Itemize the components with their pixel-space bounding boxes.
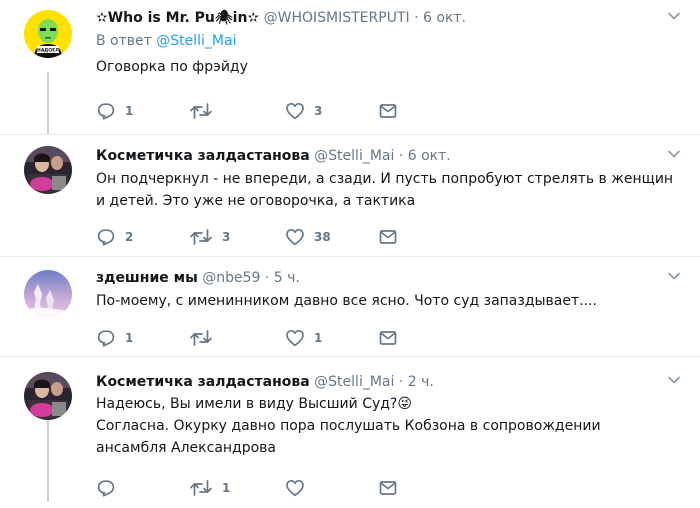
retweet-button[interactable]: 1 [189,478,230,498]
divider [0,256,700,257]
timestamp[interactable]: 6 окт. [423,10,466,26]
reply-button[interactable]: 1 [96,101,133,121]
tweet-actions: 1 [96,478,496,498]
tweet-text-line: Согласна. Окурку давно пора послушать Ко… [96,418,601,434]
envelope-icon [378,227,398,247]
like-count: 1 [314,331,323,345]
retweet-button[interactable]: 3 [189,227,230,247]
tweet-actions: 1 1 [96,328,496,348]
chevron-down-icon[interactable] [668,12,680,20]
divider [0,356,700,357]
reply-count: 1 [125,104,134,118]
heart-icon [285,478,305,498]
retweet-icon [189,227,213,247]
tweet-text-line: По-моему, с именинником давно все ясно. … [96,293,597,309]
like-count: 38 [314,230,331,244]
avatar-badge: НАДОЕЛ [37,48,59,54]
retweet-button[interactable] [189,101,222,121]
tweet-text-line: Он подчеркнул - не впереди, а сзади. И п… [96,171,674,187]
tweet-2[interactable]: Косметичка залдастанова @Stelli_Mai · 6 … [0,146,700,256]
avatar[interactable] [24,270,72,318]
envelope-icon [378,101,398,121]
user-handle[interactable]: @Stelli_Mai [314,148,394,164]
reply-button[interactable] [96,478,125,498]
user-handle[interactable]: @WHOISMISTERPUTI [264,10,410,26]
tweet-header: Косметичка залдастанова @Stelli_Mai · 2 … [96,372,682,392]
like-button[interactable]: 38 [285,227,331,247]
chevron-down-icon[interactable] [668,376,680,384]
display-name[interactable]: здешние мы [96,270,198,286]
reply-count: 2 [125,230,134,244]
tweet-header: Косметичка залдастанова @Stelli_Mai · 6 … [96,146,682,166]
user-handle[interactable]: @nbe59 [202,270,260,286]
retweet-count: 3 [222,230,231,244]
avatar[interactable] [24,146,72,194]
tweet-text-line: и детей. Это уже не оговорочка, а тактик… [96,193,416,209]
tweet-1[interactable]: НАДОЕЛ ✫Who is Mr. Pu🕷in✫ @WHOISMISTERPU… [0,8,700,134]
reply-button[interactable]: 1 [96,328,133,348]
heart-icon [285,227,305,247]
tweet-text: По-моему, с именинником давно все ясно. … [96,290,682,312]
tweet-header: ✫Who is Mr. Pu🕷in✫ @WHOISMISTERPUTI · 6 … [96,8,682,28]
reply-icon [96,478,116,498]
tweet-text: Он подчеркнул - не впереди, а сзади. И п… [96,168,682,212]
divider [0,134,700,135]
reply-button[interactable]: 2 [96,227,133,247]
tweet-actions: 1 3 [96,101,496,121]
separator-dot: · [398,148,404,164]
tweet-text-line: Надеюсь, Вы имели в виду Высший Суд?😜 [96,396,412,412]
chevron-down-icon[interactable] [668,272,680,280]
like-count: 3 [314,104,323,118]
tweet-text-line: ансамбля Александрова [96,440,277,456]
timestamp[interactable]: 6 окт. [408,148,451,164]
tweet-4[interactable]: Косметичка залдастанова @Stelli_Mai · 2 … [0,372,700,508]
dm-button[interactable] [378,101,398,121]
separator-dot: · [398,374,404,390]
separator-dot: · [414,10,419,26]
retweet-icon [189,478,213,498]
like-button[interactable]: 1 [285,328,322,348]
heart-icon [285,328,305,348]
reply-icon [96,101,116,121]
display-name[interactable]: Косметичка залдастанова [96,148,310,164]
display-name[interactable]: ✫Who is Mr. Pu🕷in✫ [96,10,259,26]
dm-button[interactable] [378,227,398,247]
tweet-text-line: Оговорка по фрэйду [96,59,248,75]
reply-icon [96,227,116,247]
reply-count: 1 [125,331,134,345]
dm-button[interactable] [378,328,398,348]
retweet-icon [189,101,213,121]
like-button[interactable] [285,478,314,498]
chevron-down-icon[interactable] [668,150,680,158]
reply-handle-link[interactable]: @Stelli_Mai [156,33,236,49]
avatar[interactable] [24,372,72,420]
like-button[interactable]: 3 [285,101,322,121]
display-name[interactable]: Косметичка залдастанова [96,374,310,390]
heart-icon [285,101,305,121]
avatar[interactable]: НАДОЕЛ [24,10,72,58]
retweet-icon [189,328,213,348]
dm-button[interactable] [378,478,398,498]
tweet-text: Оговорка по фрэйду [96,56,682,78]
tweet-actions: 2 3 38 [96,227,496,247]
reply-context: В ответ @Stelli_Mai [96,32,682,50]
retweet-count: 1 [222,481,231,495]
timestamp[interactable]: 5 ч. [274,270,300,286]
envelope-icon [378,478,398,498]
reply-icon [96,328,116,348]
user-handle[interactable]: @Stelli_Mai [314,374,394,390]
envelope-icon [378,328,398,348]
tweet-text: Надеюсь, Вы имели в виду Высший Суд?😜 Со… [96,393,682,459]
retweet-button[interactable] [189,328,222,348]
timestamp[interactable]: 2 ч. [408,374,434,390]
tweet-3[interactable]: здешние мы @nbe59 · 5 ч. По-моему, с име… [0,268,700,356]
reply-prefix: В ответ [96,33,152,49]
separator-dot: · [264,270,270,286]
tweet-header: здешние мы @nbe59 · 5 ч. [96,268,682,288]
